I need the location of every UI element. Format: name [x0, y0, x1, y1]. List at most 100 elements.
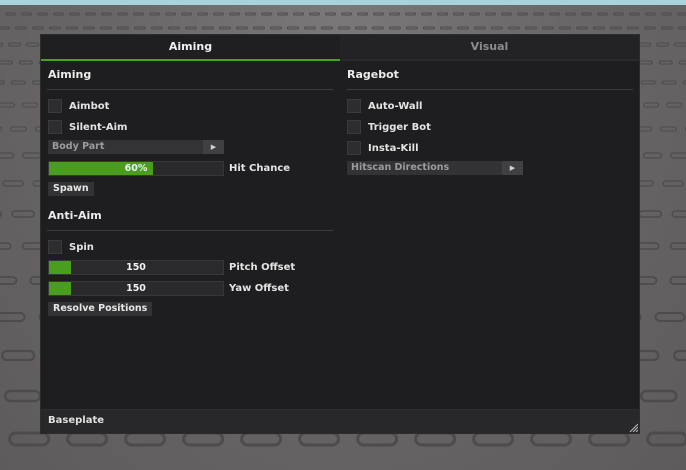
baseplate-stud [669, 242, 686, 250]
baseplate-stud [439, 26, 452, 30]
play-arrow-icon[interactable]: ▶ [502, 161, 523, 175]
baseplate-stud [597, 12, 609, 16]
baseplate-stud [0, 80, 5, 85]
baseplate-stud [0, 42, 4, 47]
insta-kill-checkbox[interactable] [347, 141, 361, 155]
section-title-aiming: Aiming [48, 68, 92, 81]
baseplate-stud [558, 26, 571, 30]
baseplate-stud [133, 12, 145, 16]
tab-visual[interactable]: Visual [340, 35, 639, 61]
baseplate-stud [21, 152, 42, 159]
baseplate-stud [3, 389, 42, 403]
baseplate-stud [626, 26, 639, 30]
baseplate-stud [69, 12, 81, 16]
spin-toggle[interactable]: Spin [47, 239, 94, 255]
resize-grip-icon[interactable] [628, 422, 638, 432]
section-title-anti-aim: Anti-Aim [48, 209, 102, 222]
baseplate-stud [229, 12, 241, 16]
section-title-ragebot: Ragebot [347, 68, 399, 81]
baseplate-stud [673, 349, 686, 362]
tab-aiming[interactable]: Aiming [41, 35, 340, 61]
baseplate-stud [581, 12, 593, 16]
baseplate-stud [357, 12, 369, 16]
baseplate-stud [643, 102, 660, 108]
baseplate-stud [674, 42, 686, 47]
baseplate-stud [405, 26, 418, 30]
baseplate-stud [201, 26, 214, 30]
baseplate-stud [640, 80, 656, 85]
baseplate-stud [252, 26, 265, 30]
baseplate-stud [638, 210, 662, 218]
hit-chance-value: 60% [124, 163, 148, 174]
trigger-bot-checkbox[interactable] [347, 120, 361, 134]
baseplate-stud [530, 431, 573, 447]
baseplate-stud [269, 26, 282, 30]
yaw-offset-label: Yaw Offset [229, 283, 289, 294]
baseplate-stud [524, 26, 537, 30]
baseplate-stud [677, 12, 686, 16]
baseplate-stud [165, 12, 177, 16]
baseplate-stud [5, 12, 17, 16]
baseplate-stud [645, 12, 657, 16]
aimbot-checkbox[interactable] [48, 99, 62, 113]
baseplate-stud [293, 12, 305, 16]
baseplate-stud [389, 12, 401, 16]
baseplate-stud [286, 26, 299, 30]
baseplate-stud [421, 12, 433, 16]
auto-wall-checkbox[interactable] [347, 99, 361, 113]
baseplate-stud [65, 26, 78, 30]
baseplate-stud [66, 431, 109, 447]
hit-chance-slider[interactable]: 60% [48, 161, 224, 176]
baseplate-stud [661, 80, 677, 85]
silent-aim-checkbox[interactable] [48, 120, 62, 134]
baseplate-stud [26, 42, 40, 47]
baseplate-stud [11, 210, 35, 218]
silent-aim-toggle[interactable]: Silent-Aim [47, 119, 127, 135]
aimbot-label: Aimbot [69, 100, 110, 112]
tab-bar: Aiming Visual [41, 35, 639, 61]
baseplate-stud [337, 26, 350, 30]
trigger-bot-toggle[interactable]: Trigger Bot [346, 119, 431, 135]
section-divider [346, 89, 633, 90]
baseplate-stud [485, 12, 497, 16]
hitscan-directions-value: Hitscan Directions [351, 162, 450, 173]
section-divider [47, 230, 334, 231]
body-part-value: Body Part [52, 141, 105, 152]
play-arrow-icon[interactable]: ▶ [203, 140, 224, 154]
pitch-offset-slider[interactable]: 150 [48, 260, 224, 275]
baseplate-stud [37, 12, 49, 16]
hit-chance-row: 60% Hit Chance [48, 161, 290, 176]
insta-kill-label: Insta-Kill [368, 142, 419, 154]
baseplate-stud [414, 431, 457, 447]
baseplate-stud [53, 12, 65, 16]
baseplate-stud [354, 26, 367, 30]
baseplate-stud [184, 26, 197, 30]
yaw-offset-slider[interactable]: 150 [48, 281, 224, 296]
baseplate-stud [101, 12, 113, 16]
baseplate-stud [388, 26, 401, 30]
trigger-bot-label: Trigger Bot [368, 121, 431, 133]
baseplate-stud [325, 12, 337, 16]
baseplate-stud [642, 152, 663, 159]
baseplate-stud [235, 26, 248, 30]
baseplate-stud [638, 60, 653, 65]
status-footer: Baseplate [41, 409, 639, 433]
baseplate-stud [309, 12, 321, 16]
insta-kill-toggle[interactable]: Insta-Kill [346, 140, 419, 156]
baseplate-stud [0, 276, 18, 285]
baseplate-stud [149, 12, 161, 16]
baseplate-stud [303, 26, 316, 30]
aimbot-toggle[interactable]: Aimbot [47, 98, 109, 114]
baseplate-stud [473, 26, 486, 30]
baseplate-stud [240, 431, 283, 447]
baseplate-stud [0, 152, 15, 159]
baseplate-stud [472, 431, 515, 447]
hitscan-directions-dropdown[interactable]: Hitscan Directions ▶ [347, 161, 523, 175]
spin-checkbox[interactable] [48, 240, 62, 254]
baseplate-stud [677, 26, 686, 30]
resolve-positions-button[interactable]: Resolve Positions [48, 302, 153, 316]
spawn-button[interactable]: Spawn [48, 182, 94, 196]
body-part-dropdown[interactable]: Body Part ▶ [48, 140, 224, 154]
baseplate-stud [213, 12, 225, 16]
auto-wall-toggle[interactable]: Auto-Wall [346, 98, 423, 114]
